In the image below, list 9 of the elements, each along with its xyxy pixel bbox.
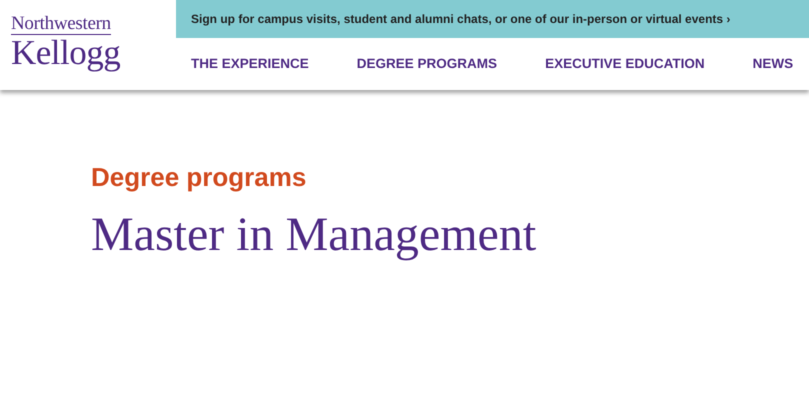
events-banner[interactable]: Sign up for campus visits, student and alumni chats, or one of our in-person or virtual events › [176,0,809,38]
logo-wordmark[interactable]: Northwestern [11,14,111,35]
section-label: Degree programs [91,162,306,193]
nav-link[interactable]: NEWS [752,56,794,71]
nav-link[interactable]: THE EXPERIENCE [191,56,309,71]
logo-wordmark[interactable]: Kellogg [11,35,176,71]
nav-link[interactable]: DEGREE PROGRAMS [356,56,498,71]
nav-link[interactable]: EXECUTIVE EDUCATION [545,56,705,71]
page-title: Master in Management [91,207,536,262]
